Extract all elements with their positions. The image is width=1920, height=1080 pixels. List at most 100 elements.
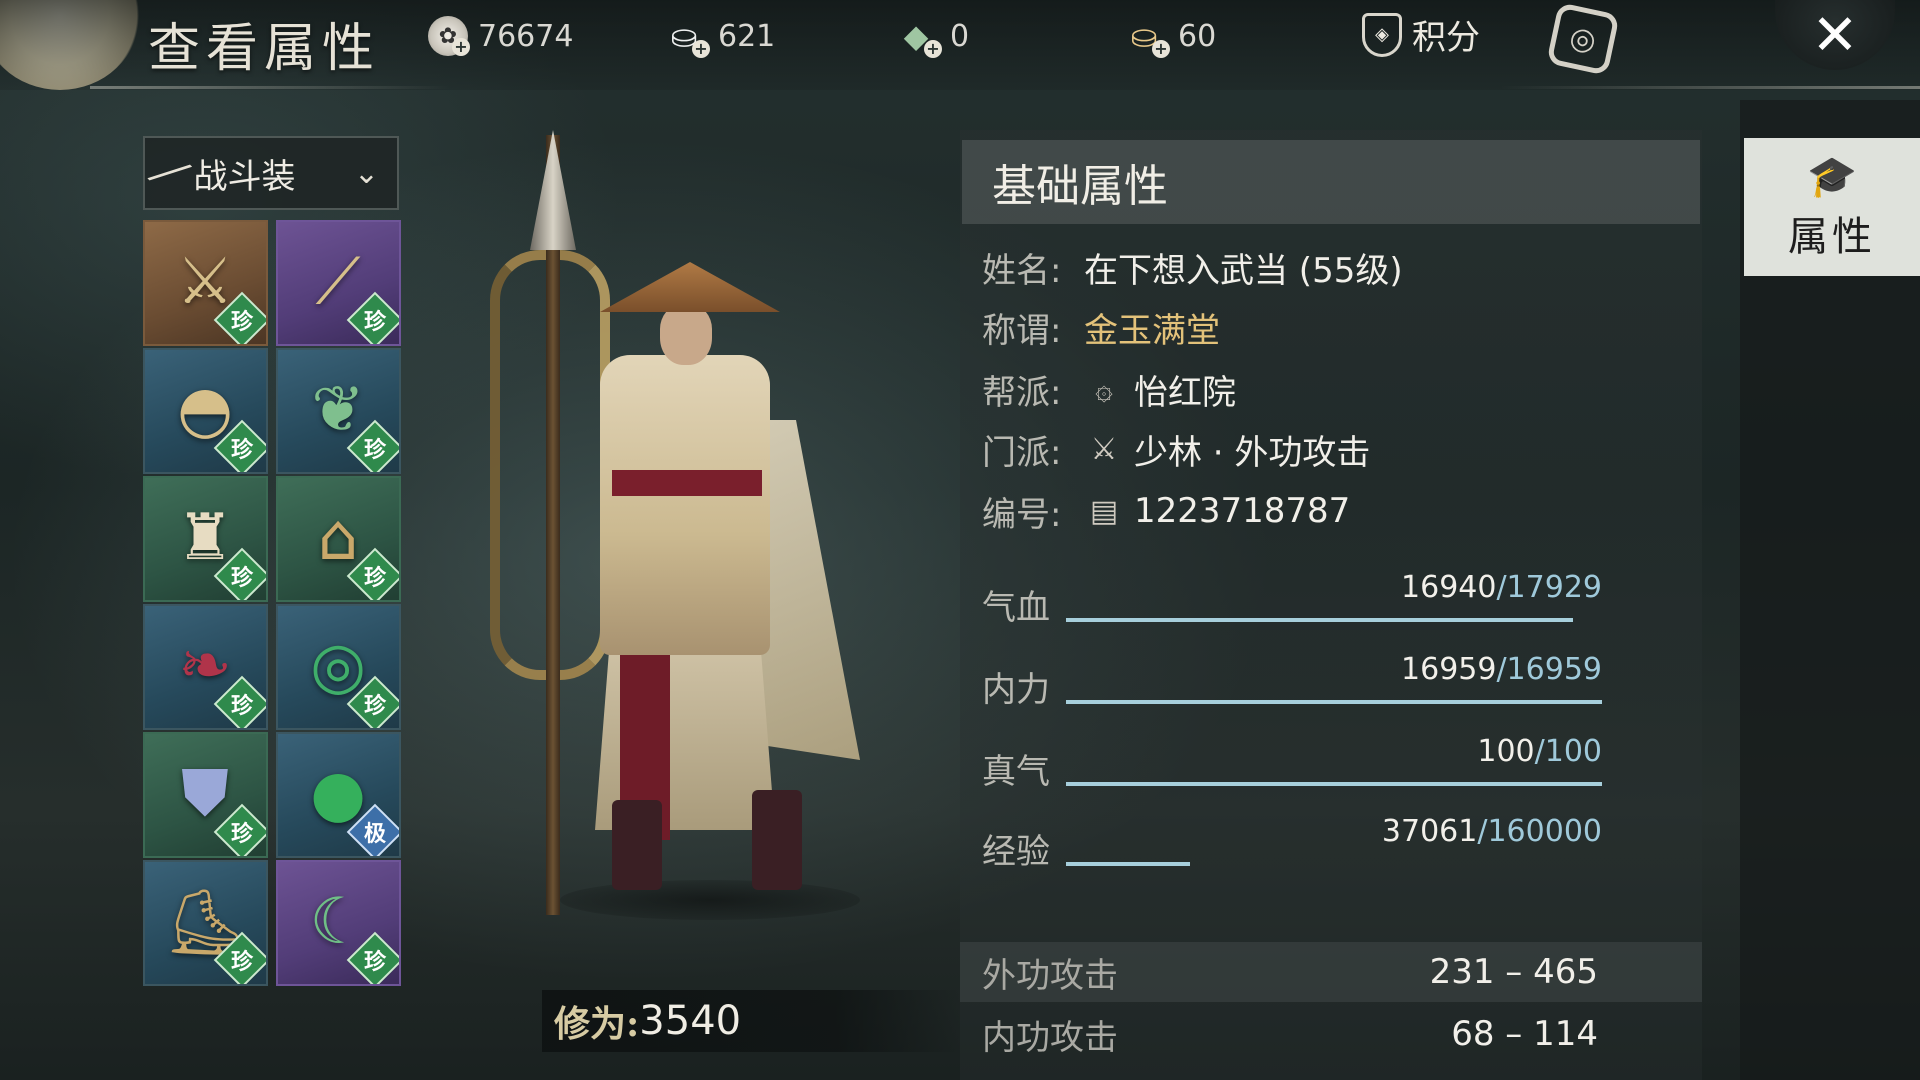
stat-max: /100	[1534, 734, 1602, 769]
equip-slot-bracer[interactable]: ⌂ 珍	[276, 476, 401, 602]
stat-label: 真气	[982, 752, 1050, 792]
resource-silver[interactable]: ⛀ + 621	[660, 14, 775, 58]
equip-slot-belt[interactable]: ❧ 珍	[143, 604, 268, 730]
equipment-grid: ⚔ 珍 ⟋ 珍 ◓ 珍 ❦ 珍 ♜ 珍 ⌂ 珍 ❧ 珍 ◎ 珍 ⛊ 珍 ● 极 …	[143, 220, 403, 986]
info-label: 门派:	[982, 432, 1062, 473]
spear-shaft	[546, 135, 560, 915]
equip-slot-pants[interactable]: ⛊ 珍	[143, 732, 268, 858]
resource-value: 60	[1178, 18, 1217, 54]
info-label: 称谓:	[982, 310, 1062, 351]
rarity-badge: 珍	[363, 950, 386, 975]
stat-current: 37061	[1381, 814, 1478, 849]
divider	[90, 86, 450, 89]
stat-bar	[1066, 862, 1191, 866]
character-hat	[600, 262, 780, 312]
rarity-badge: 珍	[363, 694, 386, 719]
character-body[interactable]	[600, 355, 770, 655]
character-shadow	[560, 880, 860, 920]
info-name: 姓名: 在下想入武当 (55级)	[982, 242, 1403, 292]
equip-slot-weapon[interactable]: ⚔ 珍	[143, 220, 268, 346]
scholar-hat-icon: 🎓	[1807, 153, 1857, 200]
info-value: 怡红院	[1134, 372, 1236, 413]
equip-slot-ring[interactable]: ● 极	[276, 732, 401, 858]
equip-slot-necklace[interactable]: ❦ 珍	[276, 348, 401, 474]
attack-label: 内功攻击	[982, 1017, 1118, 1058]
info-value: 金玉满堂	[1084, 310, 1220, 351]
stat-label: 内力	[982, 670, 1050, 710]
scroll-icon: ▤	[1089, 493, 1119, 529]
guild-emblem-icon: ۞	[1095, 371, 1113, 407]
rarity-badge: 珍	[363, 310, 386, 335]
equip-slot-armor[interactable]: ♜ 珍	[143, 476, 268, 602]
rarity-badge: 珍	[230, 694, 253, 719]
stat-max: /16959	[1496, 652, 1602, 687]
stat-label: 经验	[982, 832, 1050, 872]
character-head	[660, 305, 712, 365]
info-value: 在下想入武当 (55级)	[1084, 250, 1403, 291]
character-sash	[612, 470, 762, 496]
gold-ingot-icon: ⛀ +	[1120, 14, 1170, 58]
resource-value: 621	[718, 18, 776, 54]
info-label: 帮派:	[982, 372, 1062, 413]
cultivation-value: 3540	[639, 998, 742, 1044]
outfit-dropdown[interactable]: ╱ 战斗装 ⌄	[143, 136, 399, 210]
stat-max: /17929	[1496, 570, 1602, 605]
outfit-selected: 战斗装	[193, 156, 296, 197]
stat-bar	[1066, 782, 1602, 786]
info-label: 编号:	[982, 494, 1062, 535]
rarity-badge: 珍	[363, 438, 386, 463]
info-label: 姓名:	[982, 250, 1062, 291]
chevron-down-icon: ⌄	[353, 155, 379, 191]
equip-slot-headwear[interactable]: ◓ 珍	[143, 348, 268, 474]
sword-icon: ╱	[147, 151, 191, 195]
cultivation-label: 修为:	[554, 1003, 640, 1045]
stat-bar	[1066, 700, 1602, 704]
equip-slot-accessory[interactable]: ☾ 珍	[276, 860, 401, 986]
jade-ticket-icon: ◆ +	[892, 14, 942, 58]
attack-external: 外功攻击 231 – 465	[960, 942, 1702, 1002]
divider	[1500, 86, 1920, 89]
page-title: 查看属性	[148, 19, 381, 79]
character-boot	[752, 790, 802, 890]
resource-jade[interactable]: ◆ + 0	[892, 14, 969, 58]
stat-bar	[1066, 618, 1573, 622]
spear-tip	[530, 130, 576, 250]
rarity-badge: 珍	[230, 950, 253, 975]
attack-value: 68 – 114	[1451, 1014, 1598, 1054]
stat-current: 16940	[1401, 570, 1497, 605]
rarity-badge: 珍	[363, 566, 386, 591]
score-button[interactable]: ◈ 积分	[1362, 10, 1480, 59]
info-sect: 门派: ⚔ 少林 · 外功攻击	[982, 424, 1370, 474]
attack-label: 外功攻击	[982, 955, 1118, 996]
rarity-badge: 珍	[230, 566, 253, 591]
resource-value: 76674	[478, 18, 574, 54]
info-id[interactable]: 编号: ▤ 1223718787	[982, 486, 1350, 536]
crossed-swords-icon: ⚔	[1090, 431, 1118, 467]
cultivation-display: 修为: 3540	[542, 990, 962, 1052]
info-value: 少林 · 外功攻击	[1134, 432, 1371, 473]
info-title: 称谓: 金玉满堂	[982, 302, 1220, 352]
panel-title: 基础属性	[962, 140, 1700, 224]
resource-coin[interactable]: ✿ + 76674	[428, 14, 573, 58]
character-boot	[612, 800, 662, 890]
tab-label: 属性	[1788, 213, 1876, 260]
stat-current: 16959	[1401, 652, 1497, 687]
tab-attributes[interactable]: 🎓 属性	[1744, 138, 1920, 276]
info-guild[interactable]: 帮派: ۞ 怡红院	[982, 364, 1236, 414]
equip-slot-hidden-weapon[interactable]: ⟋ 珍	[276, 220, 401, 346]
swirl-icon: ◎	[1566, 19, 1600, 59]
resource-value: 0	[950, 18, 970, 54]
resource-gold[interactable]: ⛀ + 60	[1120, 14, 1216, 58]
equip-slot-bracelet[interactable]: ◎ 珍	[276, 604, 401, 730]
shield-icon: ◈	[1362, 12, 1402, 57]
stat-current: 100	[1477, 734, 1535, 769]
rarity-badge: 珍	[230, 438, 253, 463]
equip-slot-boots[interactable]: ⛸ 珍	[143, 860, 268, 986]
settings-button[interactable]: ◎	[1546, 2, 1620, 76]
rarity-badge: 珍	[230, 822, 253, 847]
close-icon: ✕	[1811, 2, 1859, 68]
stat-max: /160000	[1477, 814, 1602, 849]
rarity-badge: 极	[363, 822, 386, 847]
stat-mp: 内力 16959/16959	[982, 648, 1602, 710]
coin-icon: ✿ +	[428, 16, 470, 56]
